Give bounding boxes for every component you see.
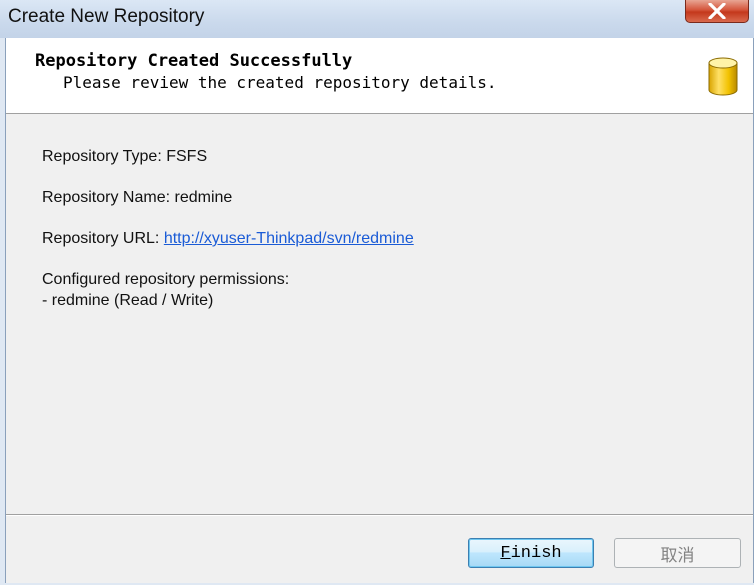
permissions-label: Configured repository permissions: (42, 271, 290, 288)
repository-type-value: FSFS (166, 148, 208, 165)
footer-divider (6, 514, 753, 516)
dialog-body: Repository Created Successfully Please r… (5, 38, 754, 583)
header-title: Repository Created Successfully (35, 51, 353, 71)
repository-url: Repository URL: http://xyuser-Thinkpad/s… (42, 230, 414, 248)
header-subtitle: Please review the created repository det… (63, 73, 497, 92)
database-icon (708, 57, 738, 96)
repository-name: Repository Name: redmine (42, 189, 232, 207)
repository-name-value: redmine (174, 189, 233, 206)
close-icon (708, 3, 726, 19)
window-title: Create New Repository (8, 6, 205, 27)
cancel-button[interactable]: 取消 (614, 538, 741, 568)
repository-url-link[interactable]: http://xyuser-Thinkpad/svn/redmine (164, 230, 414, 247)
repository-type-label: Repository Type: (42, 148, 167, 165)
close-button[interactable] (685, 0, 749, 23)
finish-mnemonic: F (500, 543, 511, 563)
finish-button[interactable]: Finish (468, 538, 594, 568)
wizard-header: Repository Created Successfully Please r… (6, 38, 753, 114)
title-bar: Create New Repository (0, 0, 754, 38)
cancel-label: 取消 (660, 545, 695, 566)
repository-name-label: Repository Name: (42, 189, 175, 206)
repository-type: Repository Type: FSFS (42, 148, 207, 166)
repository-url-label: Repository URL: (42, 230, 164, 247)
finish-label: inish (510, 543, 562, 563)
permission-item: - redmine (Read / Write) (42, 292, 214, 309)
